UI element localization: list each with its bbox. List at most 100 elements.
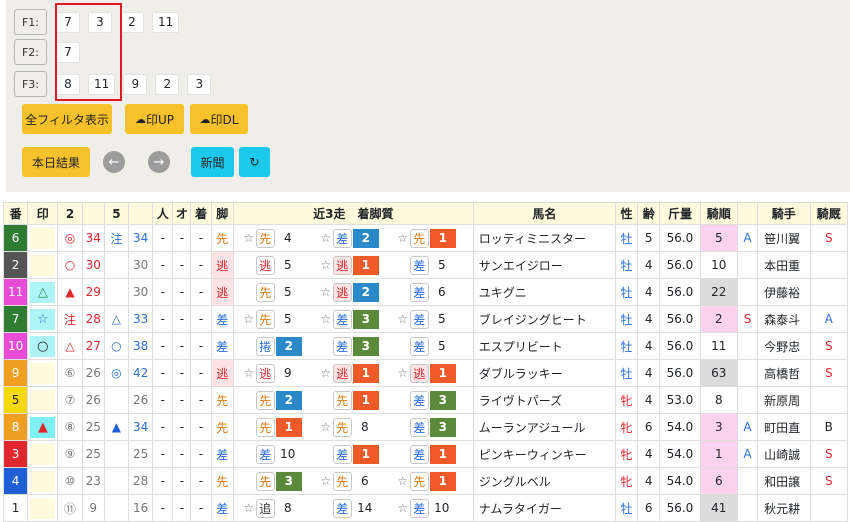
running-style: 逃	[210, 251, 234, 279]
value-5: 25	[127, 440, 154, 468]
finish-position: 10	[434, 501, 450, 515]
horse-name[interactable]: ナムラタイガー	[472, 494, 616, 522]
jockey-name[interactable]: 秋元耕	[757, 494, 811, 522]
refresh-icon[interactable]: ↻	[239, 147, 270, 177]
newspaper-button[interactable]: 新聞	[191, 147, 234, 177]
running-style: 先	[210, 413, 234, 441]
jockey-name[interactable]: 森泰斗	[757, 305, 811, 333]
mark-box[interactable]	[30, 389, 56, 411]
finish-position: 6	[437, 285, 446, 299]
column-header	[81, 202, 105, 225]
mark-cell[interactable]: ○	[27, 332, 59, 360]
mark-cell[interactable]	[27, 251, 59, 279]
jockey-name[interactable]: 今野忠	[757, 332, 811, 360]
horse-name[interactable]: ユキグニ	[472, 278, 616, 306]
recent-run: 差6	[396, 282, 472, 302]
finish: -	[190, 494, 212, 522]
jockey-name[interactable]: 本田重	[757, 251, 811, 279]
mark-cell[interactable]	[27, 386, 59, 414]
mark-2: ⑦	[57, 386, 83, 414]
filter-label[interactable]: F3:	[14, 71, 47, 97]
jockey-name[interactable]: 山崎誠	[757, 440, 811, 468]
horse-name[interactable]: ピンキーウィンキー	[472, 440, 616, 468]
finish-position: 10	[280, 447, 296, 461]
mark-cell[interactable]	[27, 224, 59, 252]
odds: -	[172, 440, 192, 468]
jockey-name[interactable]: 伊藤裕	[757, 278, 811, 306]
mark-cell[interactable]	[27, 440, 59, 468]
filter-label[interactable]: F1:	[14, 9, 47, 35]
horse-name[interactable]: ジングルベル	[472, 467, 616, 495]
style-tag: 逃	[332, 363, 352, 383]
mark-2: ⑥	[57, 359, 83, 387]
running-style: 差	[210, 332, 234, 360]
download-label: 印DL	[210, 112, 239, 127]
jockey-mark: A	[736, 224, 759, 252]
filter-chip[interactable]: 2	[155, 73, 180, 95]
prev-arrow-icon[interactable]: ←	[103, 151, 125, 173]
jockey-rank: 8	[699, 386, 738, 414]
star-icon: ☆	[243, 312, 255, 326]
jockey-rank: 1	[699, 440, 738, 468]
style-tag: 差	[409, 498, 429, 518]
next-arrow-icon[interactable]: →	[148, 151, 170, 173]
jockey-name[interactable]: 町田直	[757, 413, 811, 441]
filter-chip[interactable]: 9	[123, 73, 148, 95]
today-results-button[interactable]: 本日結果	[22, 147, 90, 177]
mark-box[interactable]	[30, 443, 56, 465]
jockey-name[interactable]: 新原周	[757, 386, 811, 414]
mark-box[interactable]: △	[30, 281, 56, 303]
filter-chip[interactable]: 2	[120, 11, 144, 33]
horse-name[interactable]: ロッティミニスター	[472, 224, 616, 252]
horse-name[interactable]: ライヴトパーズ	[472, 386, 616, 414]
mark-box[interactable]	[30, 470, 56, 492]
horse-name[interactable]: ダブルラッキー	[472, 359, 616, 387]
mark-box[interactable]: ○	[30, 335, 56, 357]
star-icon: ☆	[320, 474, 332, 488]
filter-chip[interactable]: 11	[152, 11, 180, 33]
value-2: 23	[81, 467, 105, 495]
upload-marks-button[interactable]: ☁ 印UP	[125, 104, 184, 134]
column-header: 脚	[210, 202, 234, 225]
style-tag: 先	[255, 282, 275, 302]
finish-position: 5	[437, 258, 446, 272]
download-marks-button[interactable]: ☁ 印DL	[190, 104, 248, 134]
mark-box[interactable]	[30, 227, 56, 249]
mark-box[interactable]	[30, 362, 56, 384]
horse-name[interactable]: ブレイジングヒート	[472, 305, 616, 333]
mark-box[interactable]: ☆	[30, 308, 56, 330]
mark-cell[interactable]: ▲	[27, 413, 59, 441]
mark-cell[interactable]	[27, 494, 59, 522]
jockey-name[interactable]: 笹川翼	[757, 224, 811, 252]
finish-position: 2	[352, 282, 379, 302]
filter-chip[interactable]: 3	[187, 73, 212, 95]
style-tag: 逃	[332, 282, 352, 302]
mark-cell[interactable]	[27, 359, 59, 387]
weight: 56.0	[659, 359, 701, 387]
mark-box[interactable]: ▲	[30, 416, 56, 438]
mark-cell[interactable]	[27, 467, 59, 495]
horse-name[interactable]: エスプリビート	[472, 332, 616, 360]
mark-box[interactable]	[30, 497, 56, 519]
age: 4	[637, 278, 661, 306]
popularity: -	[152, 305, 174, 333]
mark-cell[interactable]: ☆	[27, 305, 59, 333]
weight: 54.0	[659, 467, 701, 495]
column-header: 5	[103, 202, 129, 225]
popularity: -	[152, 251, 174, 279]
mark-5: ○	[103, 332, 129, 360]
style-tag: 差	[332, 309, 352, 329]
horse-name[interactable]: サンエイジロー	[472, 251, 616, 279]
jockey-name[interactable]: 高橋哲	[757, 359, 811, 387]
horse-name[interactable]: ムーランアジュール	[472, 413, 616, 441]
filter-label[interactable]: F2:	[14, 39, 47, 65]
stable-rank	[809, 251, 848, 279]
jockey-name[interactable]: 和田譲	[757, 467, 811, 495]
mark-cell[interactable]: △	[27, 278, 59, 306]
style-tag: 差	[409, 390, 429, 410]
style-tag: 差	[409, 417, 429, 437]
jockey-rank: 11	[699, 332, 738, 360]
style-tag: 追	[255, 498, 275, 518]
mark-box[interactable]	[30, 254, 56, 276]
show-all-filters-button[interactable]: 全フィルタ表示	[22, 104, 112, 134]
